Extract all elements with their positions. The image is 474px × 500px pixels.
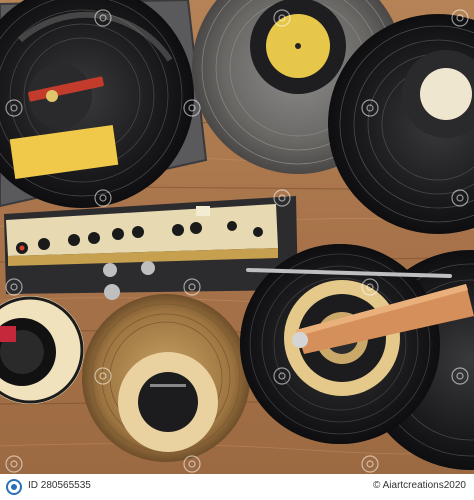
amplifier [4,196,298,300]
image-id: ID 280565535 [28,480,91,491]
image-credit: © Aiartcreations2020 [373,480,466,491]
stock-footer: ID 280565535 © Aiartcreations2020 [0,474,474,500]
photo [0,0,474,474]
vinyl-record-bottom-center [82,294,250,462]
dreamstime-logo-icon [6,479,22,495]
